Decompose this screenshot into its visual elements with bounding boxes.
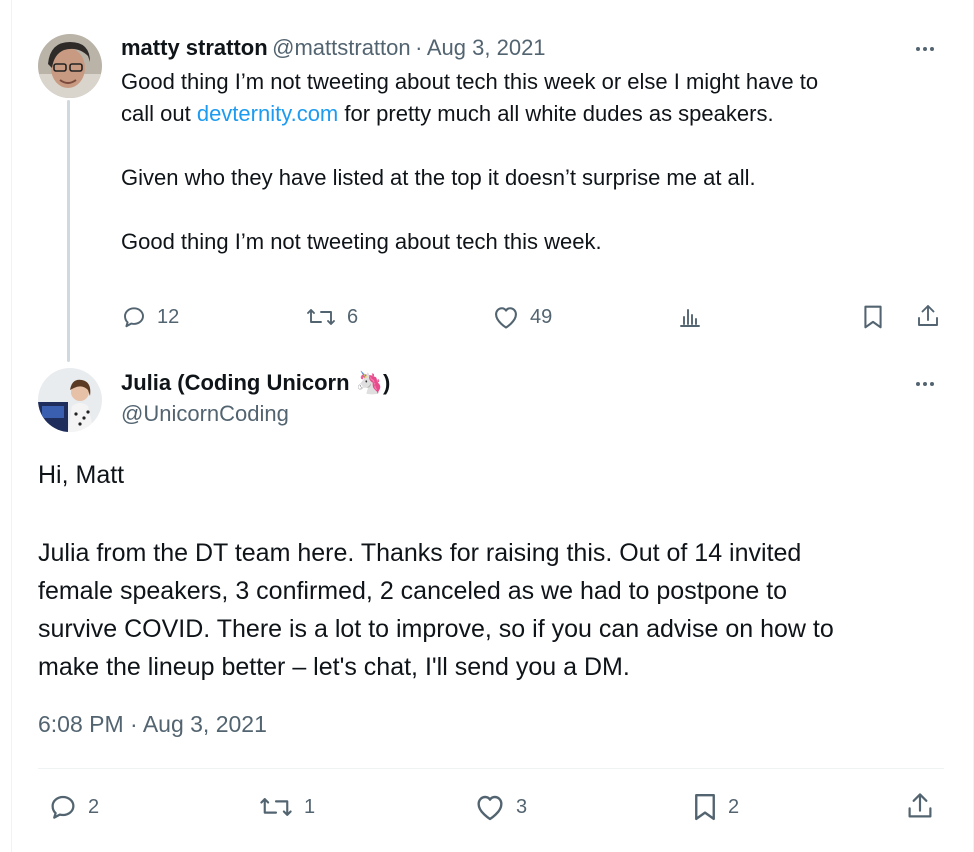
text-segment: for pretty much all white dudes as speak… [338,101,774,126]
like-icon [495,307,517,329]
avatar-image [38,368,102,432]
retweet-button[interactable]: 6 [305,304,358,330]
reply-count: 2 [88,795,100,818]
reply-icon [124,307,144,328]
tweet2-author: Julia (Coding Unicorn 🦄) [121,370,390,396]
reply-button[interactable]: 12 [121,304,179,330]
more-icon[interactable] [916,47,934,51]
tweet-line: female speakers, 3 confirmed, 2 canceled… [38,577,788,605]
bookmark-icon [864,305,882,329]
views-icon [680,309,700,327]
tweet-timestamp[interactable]: 6:08 PM · Aug 3, 2021 [38,711,267,738]
retweet-icon [307,309,335,325]
bookmark-button[interactable]: 2 [692,792,739,822]
avatar-matty[interactable] [38,34,102,98]
share-icon [918,305,938,326]
more-icon[interactable] [916,382,934,386]
like-button[interactable]: 3 [474,792,527,822]
bookmark-count: 2 [728,795,740,818]
author-name[interactable]: Julia (Coding Unicorn 🦄) [121,370,390,395]
retweet-button[interactable]: 1 [258,792,315,822]
like-count: 3 [516,795,528,818]
tweet-paragraph: Hi, Matt [38,461,125,489]
bookmark-button[interactable] [862,304,884,330]
retweet-count: 6 [347,305,359,328]
text-segment: call out [121,101,197,126]
tweet1-header: matty stratton @mattstratton · Aug 3, 20… [121,35,546,61]
tweet2-text: Hi, Matt Julia from the DT team here. Th… [38,456,938,686]
thread-connector-line [67,100,70,362]
separator: · [415,35,423,60]
avatar-image [38,34,102,98]
share-icon [908,793,932,818]
author-name[interactable]: matty stratton [121,35,268,60]
tweet-line: survive COVID. There is a lot to improve… [38,615,834,643]
avatar-julia[interactable] [38,368,102,432]
share-button[interactable] [906,791,934,821]
like-icon [477,795,503,821]
tweet-line: call out devternity.com for pretty much … [121,98,921,130]
tweet-line: make the lineup better – let's chat, I'l… [38,653,630,681]
tweet2-handle-row: @UnicornCoding [121,401,289,427]
retweet-count: 1 [304,795,316,818]
retweet-icon [260,798,292,816]
divider [38,768,944,769]
author-handle[interactable]: @UnicornCoding [121,401,289,426]
author-handle[interactable]: @mattstratton [272,35,411,60]
share-button[interactable] [916,303,940,329]
like-button[interactable]: 49 [492,304,552,330]
views-button[interactable] [678,306,702,328]
tweet-line: Good thing I’m not tweeting about tech t… [121,229,602,254]
tweet-line: Given who they have listed at the top it… [121,165,756,190]
bookmark-icon [695,793,715,821]
reply-button[interactable]: 2 [48,792,99,822]
tweet-line: Good thing I’m not tweeting about tech t… [121,69,819,94]
devternity-link[interactable]: devternity.com [197,101,338,126]
tweet1-text: Good thing I’m not tweeting about tech t… [121,66,921,258]
tweet-date[interactable]: Aug 3, 2021 [427,35,546,60]
reply-count: 12 [157,305,180,328]
like-count: 49 [530,305,553,328]
frame-border-left [11,0,12,852]
reply-icon [51,795,75,819]
tweet-line: Julia from the DT team here. Thanks for … [38,539,802,567]
